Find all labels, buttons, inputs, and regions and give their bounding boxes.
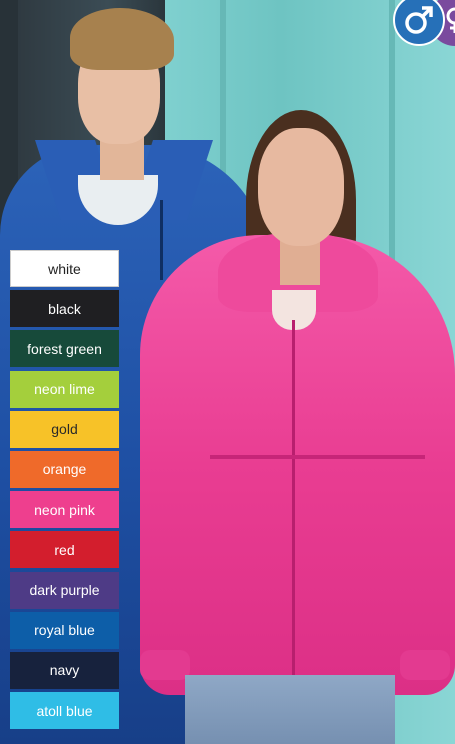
male-symbol-icon bbox=[405, 6, 433, 34]
color-swatch-orange[interactable]: orange bbox=[10, 450, 119, 488]
product-page: white black forest green neon lime gold orang… bbox=[0, 0, 455, 744]
color-swatch-red[interactable]: red bbox=[10, 531, 119, 569]
woman-face bbox=[258, 128, 344, 246]
color-swatch-neon-lime[interactable]: neon lime bbox=[10, 370, 119, 408]
man-hair bbox=[70, 8, 174, 70]
color-swatch-dark-purple[interactable]: dark purple bbox=[10, 571, 119, 609]
color-swatch-white[interactable]: white bbox=[10, 250, 119, 287]
color-swatch-royal-blue[interactable]: royal blue bbox=[10, 611, 119, 649]
woman-cuff-left bbox=[140, 650, 190, 680]
color-swatch-forest-green[interactable]: forest green bbox=[10, 330, 119, 368]
color-swatch-gold[interactable]: gold bbox=[10, 410, 119, 448]
color-swatch-black[interactable]: black bbox=[10, 290, 119, 328]
color-swatch-list: white black forest green neon lime gold orang… bbox=[10, 250, 119, 732]
color-swatch-atoll-blue[interactable]: atoll blue bbox=[10, 692, 119, 730]
woman-yoke-seam bbox=[210, 455, 425, 459]
color-swatch-navy[interactable]: navy bbox=[10, 651, 119, 689]
color-swatch-neon-pink[interactable]: neon pink bbox=[10, 491, 119, 529]
woman-zipper bbox=[292, 320, 295, 690]
gender-badges bbox=[375, 0, 455, 50]
woman-jeans bbox=[185, 675, 395, 744]
woman-cuff-right bbox=[400, 650, 450, 680]
man-drawcord bbox=[160, 200, 163, 280]
